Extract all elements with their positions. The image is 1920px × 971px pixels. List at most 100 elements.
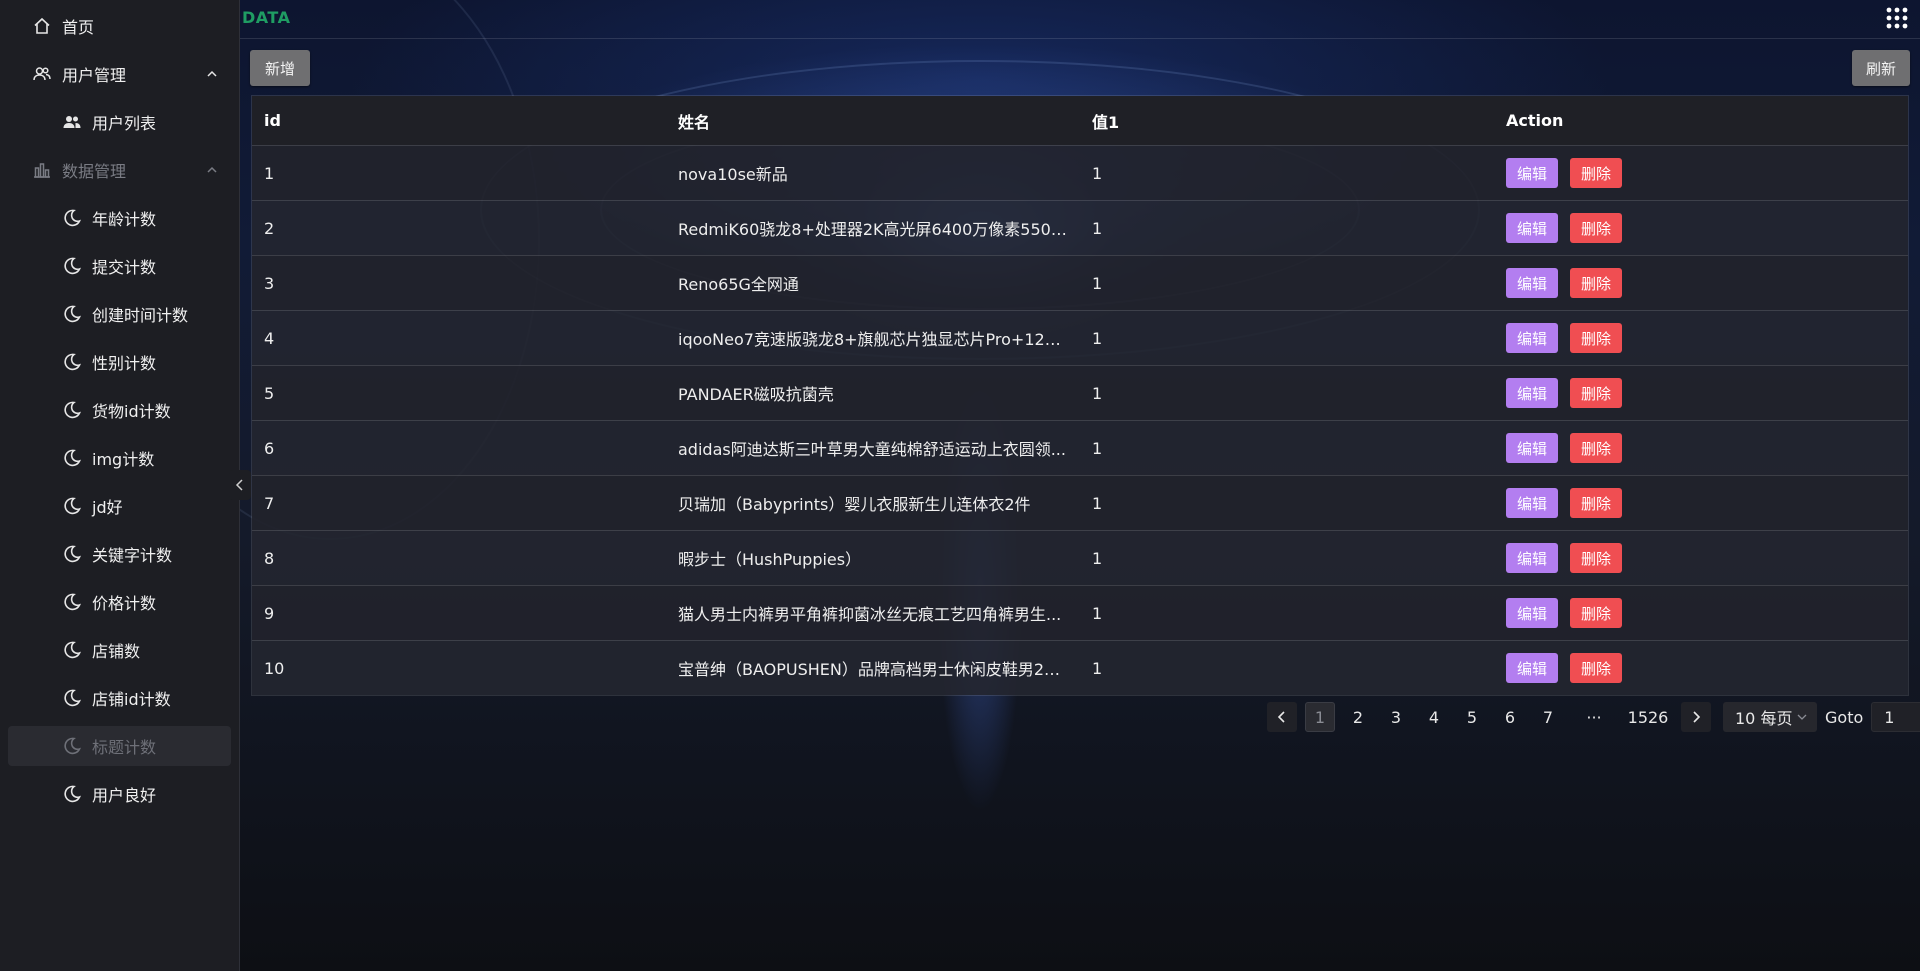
- sidebar: 首页 用户管理 用户列表 数据管理 年龄计数 提交计数创建时间计数性别计数 货物id…: [0, 0, 251, 971]
- cell-action: 编辑 删除: [1494, 653, 1908, 683]
- edit-button[interactable]: 编辑: [1506, 598, 1558, 628]
- apps-grid-icon[interactable]: [1886, 7, 1908, 29]
- next-page-button[interactable]: [1681, 702, 1711, 732]
- page-size-select[interactable]: 10 每页: [1723, 702, 1817, 732]
- edit-button[interactable]: 编辑: [1506, 378, 1558, 408]
- table-row: 8 暇步士（HushPuppies） 1 编辑 删除: [252, 530, 1908, 585]
- column-header-value1[interactable]: 值1: [1080, 109, 1494, 133]
- page-size-value: 10 每页: [1735, 709, 1793, 728]
- page-number-button[interactable]: 5: [1457, 702, 1487, 732]
- sidebar-item-data-12[interactable]: 用户良好: [0, 770, 239, 818]
- sidebar-item-data-7[interactable]: 关键字计数: [0, 530, 239, 578]
- chevron-right-icon: [1693, 711, 1701, 723]
- edit-button[interactable]: 编辑: [1506, 653, 1558, 683]
- page-number-button[interactable]: 1526: [1625, 702, 1671, 732]
- moon-icon: [62, 400, 82, 420]
- delete-button[interactable]: 删除: [1570, 488, 1622, 518]
- refresh-button[interactable]: 刷新: [1852, 50, 1910, 86]
- delete-button[interactable]: 删除: [1570, 543, 1622, 573]
- edit-button[interactable]: 编辑: [1506, 433, 1558, 463]
- home-icon: [32, 16, 52, 36]
- delete-button[interactable]: 删除: [1570, 378, 1622, 408]
- sidebar-item-label: 价格计数: [92, 594, 157, 613]
- table-row: 7 贝瑞加（Babyprints）婴儿衣服新生儿连体衣2件 1 编辑 删除: [252, 475, 1908, 530]
- table-row: 3 Reno65G全网通 1 编辑 删除: [252, 255, 1908, 310]
- moon-icon: [62, 304, 82, 324]
- sidebar-item-data-4[interactable]: 货物id计数: [0, 386, 239, 434]
- edit-button[interactable]: 编辑: [1506, 323, 1558, 353]
- delete-button[interactable]: 删除: [1570, 268, 1622, 298]
- sidebar-item-label: 店铺数: [92, 642, 141, 661]
- delete-button[interactable]: 删除: [1570, 653, 1622, 683]
- cell-action: 编辑 删除: [1494, 158, 1908, 188]
- add-button[interactable]: 新增: [250, 50, 310, 86]
- sidebar-item-home[interactable]: 首页: [0, 2, 239, 50]
- table-row: 9 猫人男士内裤男平角裤抑菌冰丝无痕工艺四角裤男生... 1 编辑 删除: [252, 585, 1908, 640]
- sidebar-item-data-10[interactable]: 店铺id计数: [0, 674, 239, 722]
- cell-id: 7: [264, 493, 275, 513]
- sidebar-item-user-list[interactable]: 用户列表: [0, 98, 239, 146]
- page-number-button[interactable]: 6: [1495, 702, 1525, 732]
- moon-icon: [62, 640, 82, 660]
- sidebar-item-label: 店铺id计数: [92, 690, 171, 709]
- cell-value1: 1: [1092, 438, 1103, 458]
- sidebar-item-label: 用户管理: [62, 66, 127, 85]
- sidebar-item-data-1[interactable]: 提交计数: [0, 242, 239, 290]
- chevron-left-icon: [235, 479, 243, 491]
- edit-button[interactable]: 编辑: [1506, 543, 1558, 573]
- user-group-icon: [62, 112, 82, 132]
- cell-name: 贝瑞加（Babyprints）婴儿衣服新生儿连体衣2件: [678, 495, 1031, 514]
- cell-action: 编辑 删除: [1494, 433, 1908, 463]
- prev-page-button[interactable]: [1267, 702, 1297, 732]
- moon-icon: [62, 352, 82, 372]
- edit-button[interactable]: 编辑: [1506, 158, 1558, 188]
- edit-button[interactable]: 编辑: [1506, 488, 1558, 518]
- sidebar-item-data-6[interactable]: jd好: [0, 482, 239, 530]
- page-number-button[interactable]: 7: [1533, 702, 1563, 732]
- bar-chart-icon: [32, 160, 52, 180]
- cell-value1: 1: [1092, 273, 1103, 293]
- column-header-id[interactable]: id: [252, 111, 666, 130]
- delete-button[interactable]: 删除: [1570, 433, 1622, 463]
- cell-name: RedmiK60骁龙8+处理器2K高光屏6400万像素5500...: [678, 220, 1077, 239]
- page-number-button[interactable]: 2: [1343, 702, 1373, 732]
- delete-button[interactable]: 删除: [1570, 158, 1622, 188]
- sidebar-item-data-0[interactable]: 年龄计数: [0, 194, 239, 242]
- sidebar-item-label: 关键字计数: [92, 546, 173, 565]
- table-row: 4 iqooNeo7竞速版骁龙8+旗舰芯片独显芯片Pro+120... 1 编辑 删除: [252, 310, 1908, 365]
- page-number-button[interactable]: 1: [1305, 702, 1335, 732]
- edit-button[interactable]: 编辑: [1506, 268, 1558, 298]
- delete-button[interactable]: 删除: [1570, 323, 1622, 353]
- sidebar-item-data-8[interactable]: 价格计数: [0, 578, 239, 626]
- sidebar-item-data-9[interactable]: 店铺数: [0, 626, 239, 674]
- edit-button[interactable]: 编辑: [1506, 213, 1558, 243]
- pagination-ellipsis[interactable]: ···: [1571, 702, 1617, 732]
- cell-action: 编辑 删除: [1494, 213, 1908, 243]
- moon-icon: [62, 736, 82, 756]
- sidebar-group-user-management[interactable]: 用户管理: [0, 50, 239, 98]
- sidebar-item-data-5[interactable]: img计数: [0, 434, 239, 482]
- sidebar-item-data-11[interactable]: 标题计数: [0, 722, 239, 770]
- moon-icon: [62, 592, 82, 612]
- sidebar-collapse-button[interactable]: [229, 470, 251, 500]
- cell-id: 4: [264, 328, 275, 348]
- table-row: 2 RedmiK60骁龙8+处理器2K高光屏6400万像素5500... 1 编辑 删除: [252, 200, 1908, 255]
- table-header: id 姓名 值1 Action: [252, 96, 1908, 145]
- cell-name: iqooNeo7竞速版骁龙8+旗舰芯片独显芯片Pro+120...: [678, 330, 1071, 349]
- chevron-up-icon: [207, 166, 217, 173]
- delete-button[interactable]: 删除: [1570, 213, 1622, 243]
- page-number-button[interactable]: 3: [1381, 702, 1411, 732]
- page-number-button[interactable]: 4: [1419, 702, 1449, 732]
- cell-value1: 1: [1092, 603, 1103, 623]
- sidebar-item-label: 创建时间计数: [92, 306, 189, 325]
- sidebar-item-data-3[interactable]: 性别计数: [0, 338, 239, 386]
- cell-id: 1: [264, 163, 275, 183]
- sidebar-group-data-management[interactable]: 数据管理: [0, 146, 239, 194]
- column-header-name[interactable]: 姓名: [666, 109, 1080, 133]
- sidebar-item-data-2[interactable]: 创建时间计数: [0, 290, 239, 338]
- goto-label: Goto: [1825, 707, 1864, 727]
- moon-icon: [62, 256, 82, 276]
- table-row: 6 adidas阿迪达斯三叶草男大童纯棉舒适运动上衣圆领... 1 编辑 删除: [252, 420, 1908, 475]
- delete-button[interactable]: 删除: [1570, 598, 1622, 628]
- goto-page-input[interactable]: [1871, 702, 1920, 732]
